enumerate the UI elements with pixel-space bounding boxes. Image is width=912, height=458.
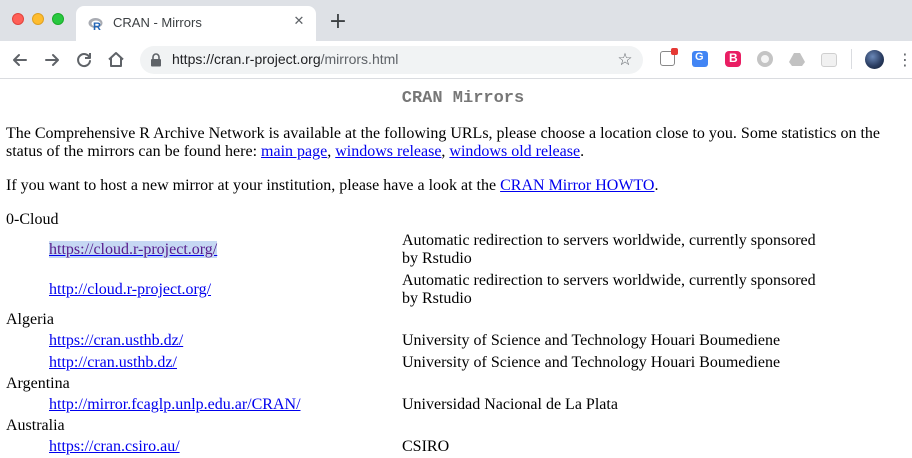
window-maximize-button[interactable] [52, 13, 64, 25]
address-bar[interactable]: https://cran.r-project.org/mirrors.html … [140, 46, 643, 74]
r-logo-icon: R [88, 18, 103, 32]
country-heading: Algeria [6, 311, 54, 328]
tab-close-icon[interactable]: ✕ [292, 15, 306, 29]
intro-period: . [580, 143, 585, 160]
drive-extension-icon[interactable] [789, 51, 805, 67]
toolbar-divider [851, 49, 852, 69]
back-icon[interactable] [7, 47, 33, 73]
window-minimize-button[interactable] [32, 13, 44, 25]
mirror-description: CSIRO [402, 438, 450, 455]
mirror-link[interactable]: https://cran.usthb.dz/ [49, 332, 183, 350]
host-period: . [654, 177, 659, 194]
mirror-description: Universidad Nacional de La Plata [402, 396, 618, 413]
mirror-link[interactable]: https://cloud.r-project.org/ [49, 241, 218, 259]
cran-mirror-howto-link[interactable]: CRAN Mirror HOWTO [500, 177, 654, 194]
lock-icon[interactable] [150, 53, 162, 67]
url-text[interactable]: https://cran.r-project.org/mirrors.html [172, 51, 398, 67]
mirror-link[interactable]: http://mirror.fcaglp.unlp.edu.ar/CRAN/ [49, 396, 301, 414]
adblock-icon[interactable] [660, 48, 678, 66]
tab-strip: R CRAN - Mirrors ✕ + [0, 0, 912, 41]
url-path: /mirrors.html [320, 51, 399, 67]
google-translate-icon[interactable]: G [692, 51, 708, 67]
mirror-description: University of Science and Technology Hou… [402, 354, 781, 371]
circle-extension-icon[interactable] [757, 51, 773, 67]
intro-paragraph: The Comprehensive R Archive Network is a… [6, 125, 896, 161]
tab-cran-mirrors[interactable]: R CRAN - Mirrors ✕ [76, 6, 316, 41]
forward-icon[interactable] [39, 47, 65, 73]
profile-avatar[interactable] [865, 50, 884, 69]
country-heading: Australia [6, 417, 65, 434]
window-close-button[interactable] [12, 13, 24, 25]
mirror-description: Automatic redirection to servers worldwi… [402, 272, 816, 307]
mirror-description: Automatic redirection to servers worldwi… [402, 232, 816, 267]
tab-extension-icon[interactable] [821, 53, 837, 67]
bookmark-star-icon[interactable]: ☆ [615, 50, 635, 70]
new-tab-button[interactable]: + [326, 10, 350, 34]
country-heading: 0-Cloud [6, 211, 59, 228]
country-heading: Argentina [6, 375, 70, 392]
page-title: CRAN Mirrors [401, 89, 525, 108]
mirror-link[interactable]: http://cran.usthb.dz/ [49, 354, 177, 372]
main-page-link[interactable]: main page [261, 143, 327, 160]
toolbar: https://cran.r-project.org/mirrors.html … [0, 41, 912, 79]
svg-text:R: R [93, 21, 101, 32]
host-paragraph: If you want to host a new mirror at your… [6, 177, 896, 195]
extension-b-icon[interactable]: B [725, 51, 741, 67]
page-content: CRAN Mirrors The Comprehensive R Archive… [0, 79, 912, 458]
menu-icon[interactable]: ⋮ [897, 51, 912, 69]
windows-old-release-link[interactable]: windows old release [449, 143, 580, 160]
mirror-description: University of Science and Technology Hou… [402, 332, 781, 349]
reload-icon[interactable] [71, 47, 97, 73]
url-host: https://cran.r-project.org [172, 51, 321, 67]
mirror-link[interactable]: http://cloud.r-project.org/ [49, 281, 211, 299]
host-text: If you want to host a new mirror at your… [6, 177, 501, 194]
mirror-link[interactable]: https://cran.csiro.au/ [49, 438, 180, 456]
home-icon[interactable] [103, 47, 129, 73]
windows-release-link[interactable]: windows release [335, 143, 441, 160]
mirror-link-text: https://cloud.r-project.org/ [49, 241, 218, 258]
tab-title: CRAN - Mirrors [113, 15, 202, 30]
